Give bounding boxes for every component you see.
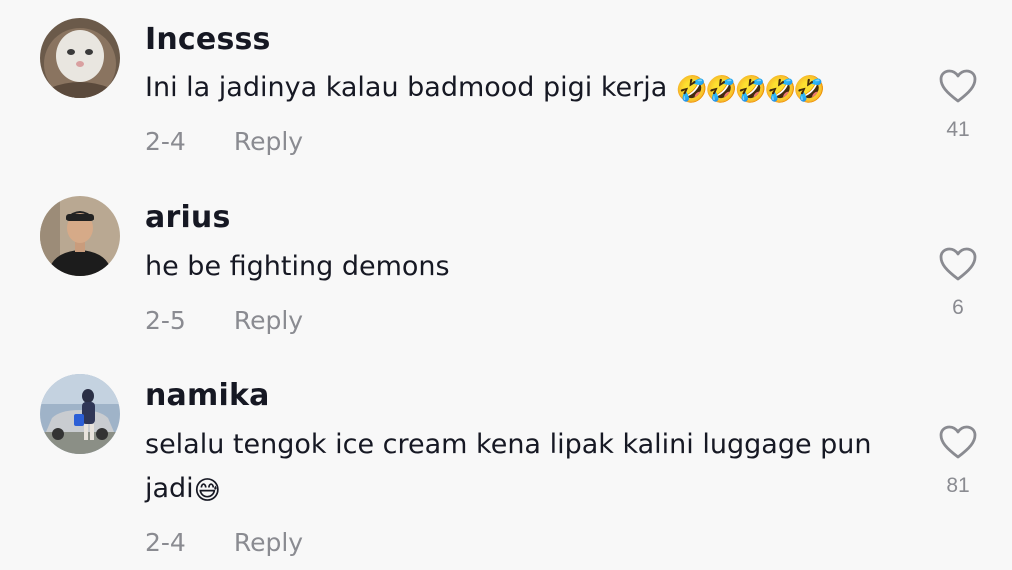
like-button[interactable]: 41 (936, 68, 980, 142)
person-with-car-avatar-icon (40, 374, 120, 454)
reply-button[interactable]: Reply (234, 528, 303, 557)
like-count: 81 (946, 474, 970, 497)
sweat-smile-emoji-icon: 😅 (193, 476, 221, 506)
heart-icon (939, 69, 977, 103)
comment-date: 2-4 (145, 127, 186, 156)
laughing-emoji-icon: 🤣🤣🤣🤣🤣 (675, 75, 826, 105)
comment-text: Ini la jadinya kalau badmood pigi kerja … (145, 66, 915, 110)
like-button[interactable]: 81 (936, 424, 980, 498)
avatar[interactable] (40, 18, 120, 98)
like-count: 6 (952, 296, 964, 319)
comment-text-body: he be fighting demons (145, 251, 450, 282)
heart-icon (939, 247, 977, 281)
avatar[interactable] (40, 374, 120, 454)
comment-username[interactable]: namika (145, 378, 270, 413)
comment-meta: 2-4 Reply (145, 528, 303, 557)
comment-text-body: Ini la jadinya kalau badmood pigi kerja (145, 72, 676, 103)
like-button[interactable]: 6 (936, 246, 980, 320)
like-count: 41 (946, 118, 970, 141)
avatar[interactable] (40, 196, 120, 276)
comment-text: selalu tengok ice cream kena lipak kalin… (145, 423, 915, 511)
reply-button[interactable]: Reply (234, 127, 303, 156)
white-cat-avatar-icon (40, 18, 120, 98)
comment-date: 2-4 (145, 528, 186, 557)
comment-username[interactable]: arius (145, 200, 231, 235)
comment-meta: 2-5 Reply (145, 306, 303, 335)
comment-meta: 2-4 Reply (145, 127, 303, 156)
heart-icon (939, 425, 977, 459)
comment-text: he be fighting demons (145, 245, 915, 289)
man-with-cap-avatar-icon (40, 196, 120, 276)
reply-button[interactable]: Reply (234, 306, 303, 335)
comment-date: 2-5 (145, 306, 186, 335)
comment-username[interactable]: Incesss (145, 22, 271, 57)
comment-text-body: selalu tengok ice cream kena lipak kalin… (145, 429, 872, 504)
